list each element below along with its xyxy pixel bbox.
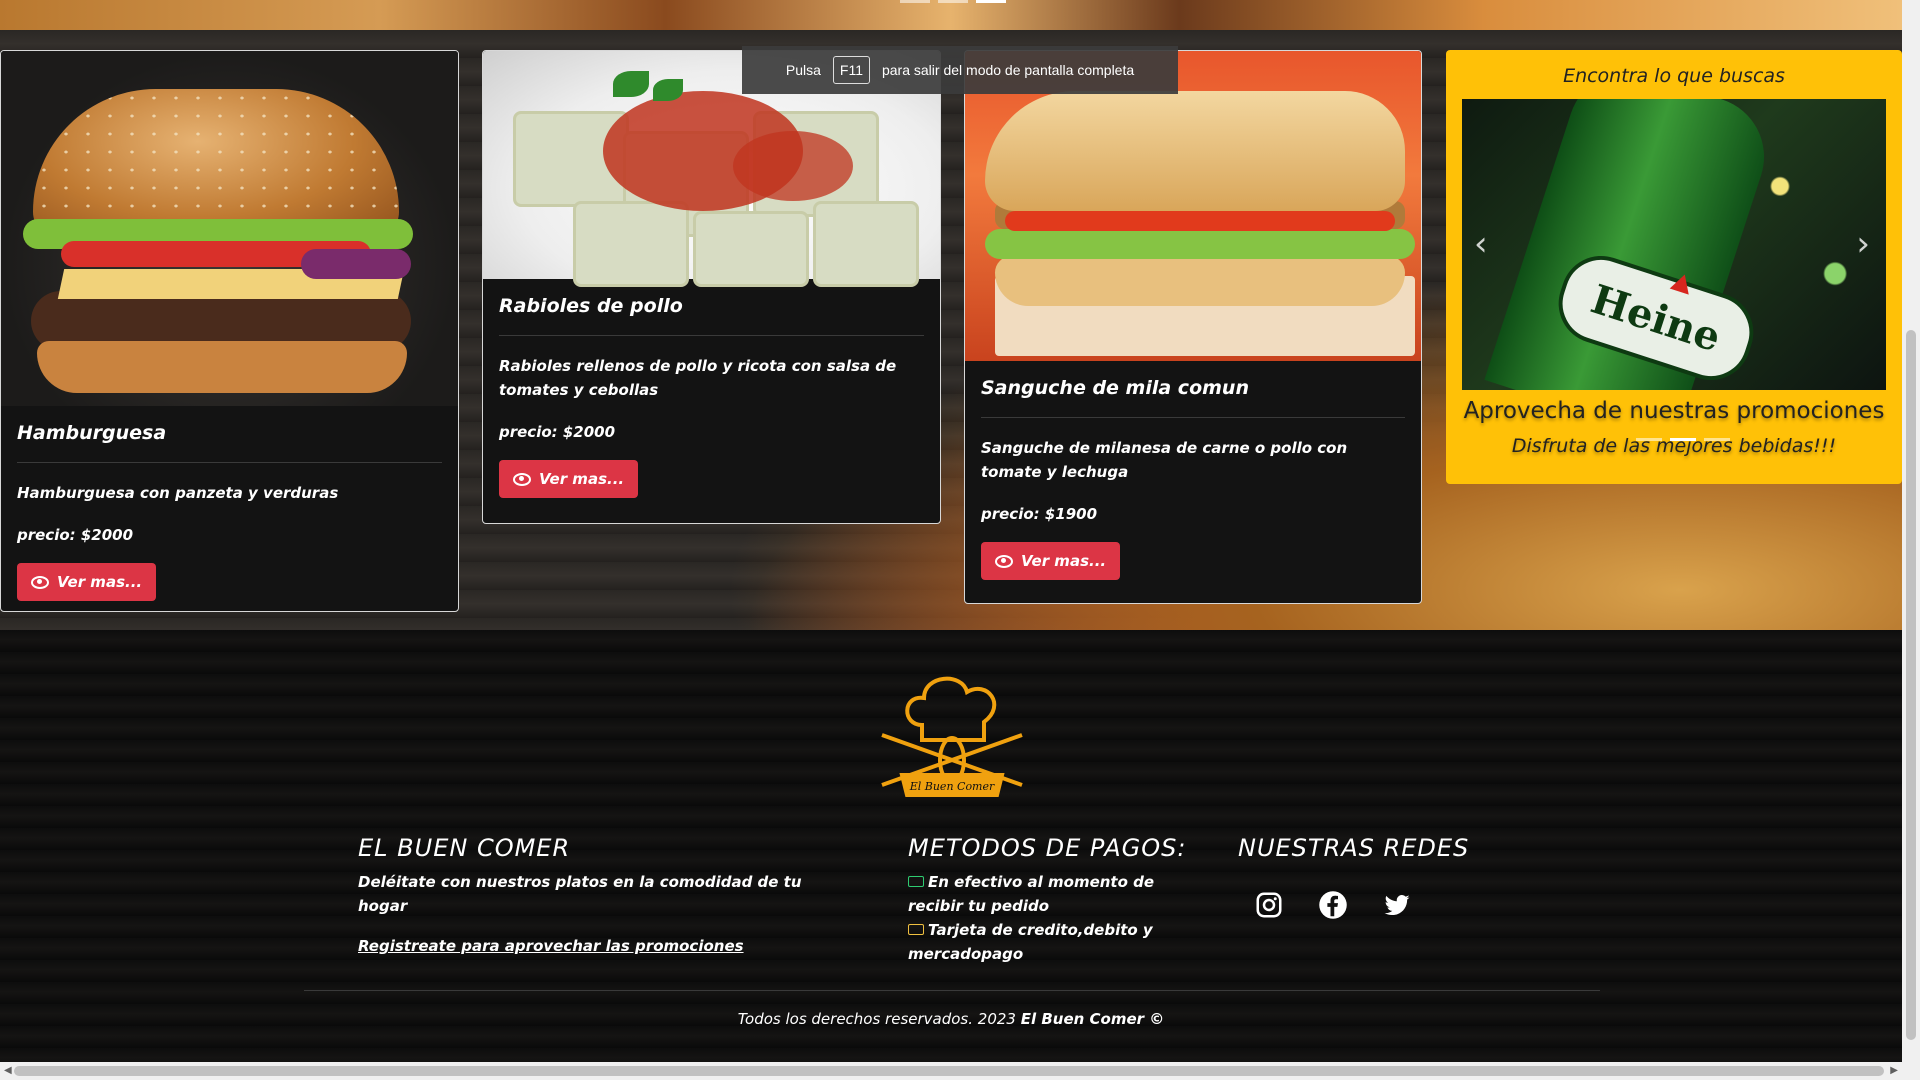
promo-indicator[interactable] xyxy=(1636,438,1662,441)
footer: El Buen Comer EL BUEN COMER Deléitate co… xyxy=(0,630,1902,1062)
ver-mas-label: Ver mas... xyxy=(1021,552,1107,570)
twitter-icon[interactable] xyxy=(1382,890,1412,920)
footer-payments-column: METODOS DE PAGOS: En efectivo al momento… xyxy=(908,834,1208,966)
card-description: Hamburguesa con panzeta y verduras xyxy=(17,484,339,502)
footer-social-column: NUESTRAS REDES xyxy=(1238,834,1538,920)
promo-indicator[interactable] xyxy=(1704,438,1730,441)
promo-caption-title: Aprovecha de nuestras promociones xyxy=(1463,398,1885,424)
product-card: Hamburguesa Hamburguesa con panzeta y ve… xyxy=(0,50,459,612)
horizontal-scroll-thumb[interactable] xyxy=(14,1066,1884,1076)
register-link[interactable]: Registreate para aprovechar las promocio… xyxy=(358,934,828,958)
ver-mas-label: Ver mas... xyxy=(57,573,143,591)
footer-brand-title: EL BUEN COMER xyxy=(358,834,571,862)
promo-title: Encontra lo que buscas xyxy=(1563,65,1785,87)
hero-carousel-strip xyxy=(0,0,1902,30)
scroll-right-icon[interactable]: ▶ xyxy=(1890,1065,1898,1076)
hero-indicator[interactable] xyxy=(938,0,968,3)
copyright-brand: El Buen Comer © xyxy=(1020,1010,1165,1028)
card-title: Hamburguesa xyxy=(17,406,442,463)
burger-image xyxy=(1,51,458,406)
card-title: Rabioles de pollo xyxy=(499,279,924,336)
copyright: Todos los derechos reservados. 2023 El B… xyxy=(737,1010,1165,1028)
social-title: NUESTRAS REDES xyxy=(1238,834,1470,862)
credit-card-icon xyxy=(908,924,924,935)
sandwich-image xyxy=(965,51,1421,361)
ver-mas-button[interactable]: Ver mas... xyxy=(17,563,157,601)
card-description: Rabioles rellenos de pollo y ricota con … xyxy=(499,357,897,399)
vertical-scrollbar[interactable] xyxy=(1902,0,1920,1062)
card-title: Sanguche de mila comun xyxy=(981,361,1405,418)
card-price: precio: $1900 xyxy=(981,505,1098,523)
card-price: precio: $2000 xyxy=(499,423,616,441)
card-description: Sanguche de milanesa de carne o pollo co… xyxy=(981,439,1348,481)
carousel-prev-icon[interactable]: ‹ xyxy=(1474,224,1488,264)
hero-indicator-active[interactable] xyxy=(976,0,1006,3)
product-card: Rabioles de pollo Rabioles rellenos de p… xyxy=(482,50,941,524)
drinks-carousel[interactable]: Heine ‹ › xyxy=(1462,99,1886,390)
vertical-scroll-thumb[interactable] xyxy=(1906,330,1916,1040)
hint-key: F11 xyxy=(832,56,870,84)
cash-icon xyxy=(908,876,924,887)
payments-title: METODOS DE PAGOS: xyxy=(908,834,1187,862)
footer-brand-text: Deléitate con nuestros platos en la como… xyxy=(358,873,802,915)
hero-indicators[interactable] xyxy=(900,0,1006,3)
product-card: Sanguche de mila comun Sanguche de milan… xyxy=(964,50,1422,604)
instagram-icon[interactable] xyxy=(1254,890,1284,920)
card-price: precio: $2000 xyxy=(17,526,134,544)
promo-indicators[interactable] xyxy=(1636,438,1730,441)
promo-indicator-active[interactable] xyxy=(1670,438,1696,441)
facebook-icon[interactable] xyxy=(1318,890,1348,920)
scroll-left-icon[interactable]: ◀ xyxy=(4,1065,12,1076)
payment-cash: En efectivo al momento de recibir tu ped… xyxy=(908,873,1155,915)
eye-icon xyxy=(31,575,49,589)
ver-mas-label: Ver mas... xyxy=(539,470,625,488)
chef-hat-logo: El Buen Comer xyxy=(881,676,1023,797)
ver-mas-button[interactable]: Ver mas... xyxy=(499,460,639,498)
logo-text: El Buen Comer xyxy=(909,780,995,793)
hero-indicator[interactable] xyxy=(900,0,930,3)
menu-section: Hamburguesa Hamburguesa con panzeta y ve… xyxy=(0,30,1902,630)
hint-text: para salir del modo de pantalla completa xyxy=(881,62,1135,78)
payment-card: Tarjeta de credito,debito y mercadopago xyxy=(908,921,1153,963)
hint-press: Pulsa xyxy=(785,62,821,78)
horizontal-scrollbar[interactable]: ◀ ▶ xyxy=(0,1062,1920,1080)
promo-panel: Encontra lo que buscas Heine ‹ › Aprovec… xyxy=(1446,50,1902,484)
ver-mas-button[interactable]: Ver mas... xyxy=(981,542,1121,580)
footer-divider xyxy=(304,990,1600,991)
carousel-next-icon[interactable]: › xyxy=(1856,224,1870,264)
footer-brand-column: EL BUEN COMER Deléitate con nuestros pla… xyxy=(358,834,828,958)
eye-icon xyxy=(513,472,531,486)
fullscreen-exit-hint: Pulsa F11 para salir del modo de pantall… xyxy=(742,46,1178,94)
eye-icon xyxy=(995,554,1013,568)
